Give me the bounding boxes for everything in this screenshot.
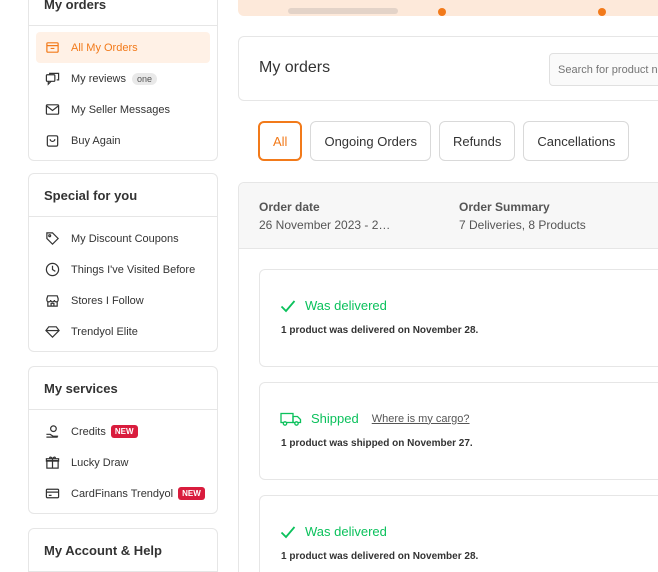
sidebar-item-cardfinans[interactable]: CardFinans Trendyol NEW xyxy=(29,478,217,509)
order-date-label: Order date xyxy=(259,200,320,214)
sidebar-item-label: My Discount Coupons xyxy=(71,232,179,245)
sidebar-item-label: My reviews xyxy=(71,72,127,85)
delivery-status-text: Shipped xyxy=(311,411,359,426)
sidebar-item-elite[interactable]: Trendyol Elite xyxy=(29,316,217,347)
sidebar-item-label: Stores I Follow xyxy=(71,294,144,307)
delivery-status-text: Was delivered xyxy=(305,524,387,539)
order-summary-value: 7 Deliveries, 8 Products xyxy=(459,218,586,232)
checkmark-icon xyxy=(280,299,296,312)
shopping-bag-icon xyxy=(44,133,60,149)
card-title: My orders xyxy=(29,0,217,26)
delivery-note: 1 product was delivered on November 28. xyxy=(281,551,479,562)
tab-cancellations[interactable]: Cancellations xyxy=(523,121,630,161)
delivery-note: 1 product was delivered on November 28. xyxy=(281,325,479,336)
sidebar-orders-card: My orders All My Orders My reviews one M… xyxy=(28,0,218,161)
sidebar-item-seller-messages[interactable]: My Seller Messages xyxy=(29,94,217,125)
checkmark-icon xyxy=(280,525,296,538)
sidebar-item-label: CardFinans Trendyol xyxy=(71,487,174,500)
order-card: Order date 26 November 2023 - 2… Order S… xyxy=(238,182,658,572)
sidebar-item-label: My Seller Messages xyxy=(71,103,171,116)
order-summary-bar[interactable]: Order date 26 November 2023 - 2… Order S… xyxy=(239,183,658,249)
clock-icon xyxy=(44,262,60,278)
sidebar-item-label: Buy Again xyxy=(71,134,121,147)
delivery-item[interactable]: Was delivered 1 product was delivered on… xyxy=(259,495,658,572)
store-icon xyxy=(44,293,60,309)
tag-icon xyxy=(44,231,60,247)
order-tabs: All Ongoing Orders Refunds Cancellations xyxy=(258,121,637,161)
sidebar-item-coupons[interactable]: My Discount Coupons xyxy=(29,223,217,254)
order-summary-label: Order Summary xyxy=(459,200,550,214)
track-cargo-link[interactable]: Where is my cargo? xyxy=(372,413,470,425)
sidebar-item-credits[interactable]: Credits NEW xyxy=(29,416,217,447)
package-icon xyxy=(44,40,60,56)
card-title: My Account & Help xyxy=(29,529,217,572)
banner-dot xyxy=(438,8,446,16)
sidebar-item-all-orders[interactable]: All My Orders xyxy=(36,32,210,63)
chat-icon xyxy=(44,71,60,87)
gift-icon xyxy=(44,455,60,471)
order-summary: Order Summary 7 Deliveries, 8 Products xyxy=(459,200,586,232)
sidebar-item-reviews[interactable]: My reviews one xyxy=(29,63,217,94)
delivery-item[interactable]: Shipped Where is my cargo? 1 product was… xyxy=(259,382,658,480)
new-badge: NEW xyxy=(178,487,205,500)
tab-all[interactable]: All xyxy=(258,121,303,161)
page-title: My orders xyxy=(259,59,331,76)
search-input[interactable] xyxy=(549,53,658,86)
sidebar-special-card: Special for you My Discount Coupons Thin… xyxy=(28,173,218,352)
sidebar-item-label: Lucky Draw xyxy=(71,456,129,469)
sidebar-item-lucky-draw[interactable]: Lucky Draw xyxy=(29,447,217,478)
orders-header: My orders xyxy=(238,36,658,101)
delivery-note: 1 product was shipped on November 27. xyxy=(281,438,473,449)
new-badge: NEW xyxy=(110,425,138,438)
banner-image xyxy=(288,8,398,14)
sidebar-account-card: My Account & Help xyxy=(28,528,218,572)
sidebar-item-label: Credits xyxy=(71,425,106,438)
coins-hand-icon xyxy=(44,424,60,440)
order-date-value: 26 November 2023 - 2… xyxy=(259,218,391,232)
delivery-status-text: Was delivered xyxy=(305,298,387,313)
tab-refunds[interactable]: Refunds xyxy=(438,121,516,161)
diamond-icon xyxy=(44,324,60,340)
sidebar-item-label: Trendyol Elite xyxy=(71,325,138,338)
order-date: Order date 26 November 2023 - 2… xyxy=(259,200,390,232)
envelope-icon xyxy=(44,102,60,118)
delivery-status: Was delivered xyxy=(280,524,387,539)
truck-icon xyxy=(280,412,302,426)
delivery-status: Shipped Where is my cargo? xyxy=(280,411,470,426)
banner-dot xyxy=(598,8,606,16)
tab-ongoing-orders[interactable]: Ongoing Orders xyxy=(310,121,431,161)
card-title: My services xyxy=(29,367,217,410)
delivery-item[interactable]: Was delivered 1 product was delivered on… xyxy=(259,269,658,367)
top-banner xyxy=(238,0,658,16)
card-title: Special for you xyxy=(29,174,217,217)
sidebar-item-label: Things I've Visited Before xyxy=(71,263,196,276)
sidebar-item-visited[interactable]: Things I've Visited Before xyxy=(29,254,217,285)
sidebar-item-stores[interactable]: Stores I Follow xyxy=(29,285,217,316)
sidebar-item-buy-again[interactable]: Buy Again xyxy=(29,125,217,156)
delivery-status: Was delivered xyxy=(280,298,387,313)
sidebar-services-card: My services Credits NEW Lucky Draw CardF… xyxy=(28,366,218,514)
sidebar-item-label: All My Orders xyxy=(71,41,138,54)
credit-card-icon xyxy=(44,486,60,502)
reviews-count-pill: one xyxy=(132,72,158,85)
